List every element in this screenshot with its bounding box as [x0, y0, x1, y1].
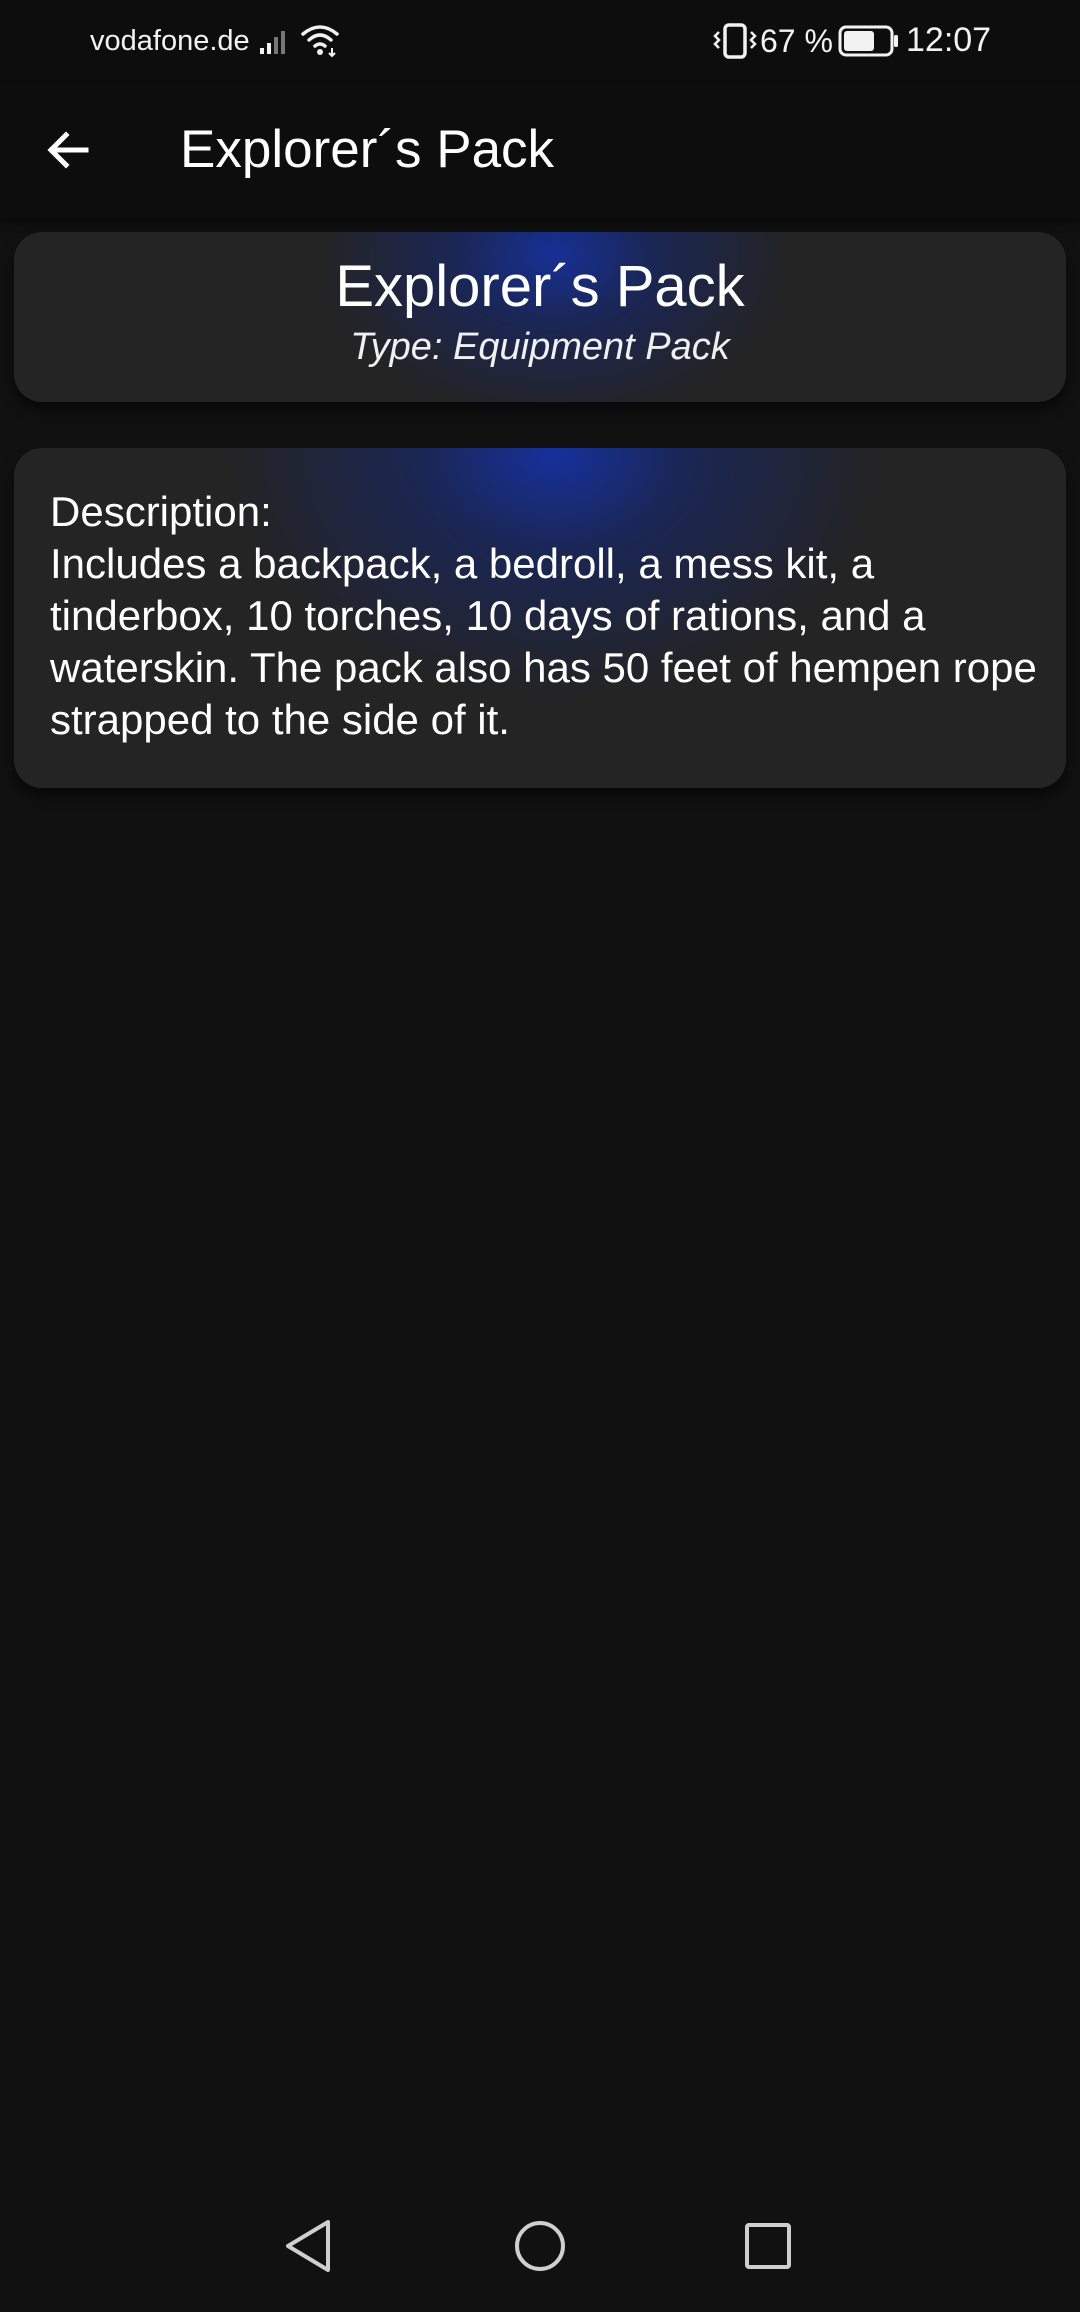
nav-recents-icon [745, 2223, 791, 2269]
description-label: Description: [50, 488, 272, 535]
item-type: Type: Equipment Pack [350, 326, 730, 368]
vibrate-icon [713, 23, 757, 59]
battery-icon [838, 25, 898, 57]
nav-recents-button[interactable] [738, 2216, 798, 2276]
signal-icon [260, 31, 285, 54]
status-bar: vodafone.de 67 % 12:07 [0, 0, 1080, 82]
nav-back-button[interactable] [278, 2216, 338, 2276]
item-name: Explorer´s Pack [335, 254, 745, 319]
arrow-left-icon [47, 131, 89, 169]
clock: 12:07 [906, 21, 992, 59]
nav-home-icon [515, 2221, 565, 2271]
back-button[interactable] [30, 112, 106, 188]
battery-percent: 67 % [760, 23, 833, 59]
nav-back-icon [286, 2220, 330, 2272]
nav-home-button[interactable] [510, 2216, 570, 2276]
description-text: Includes a backpack, a bedroll, a mess k… [50, 540, 1037, 743]
item-header-card: Explorer´s Pack Type: Equipment Pack [14, 232, 1066, 402]
description-card: Description: Includes a backpack, a bedr… [14, 448, 1066, 788]
carrier-name: vodafone.de [90, 25, 250, 57]
system-nav-bar [0, 2176, 1080, 2312]
page-title: Explorer´s Pack [180, 120, 555, 179]
app-bar: Explorer´s Pack [0, 82, 1080, 218]
wifi-icon [301, 25, 339, 58]
